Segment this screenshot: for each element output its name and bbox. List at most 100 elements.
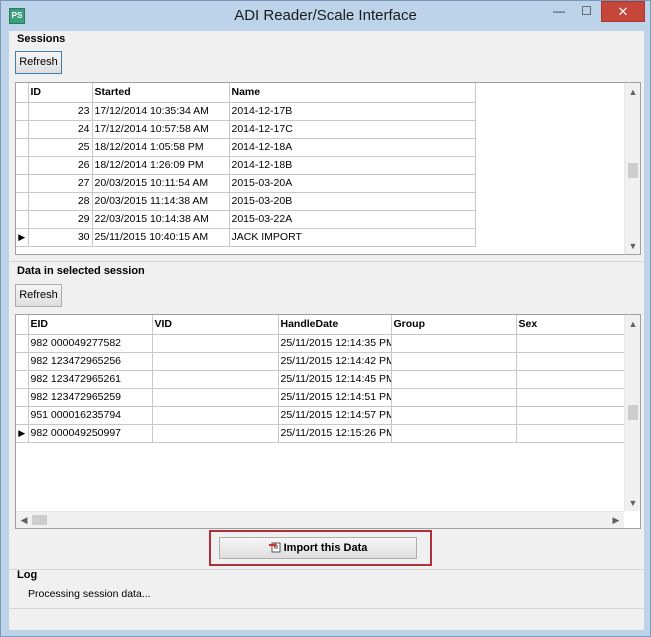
session-name-cell[interactable]: 2014-12-17C (229, 120, 476, 139)
session-started-cell[interactable]: 17/12/2014 10:35:34 AM (92, 102, 230, 121)
group-cell[interactable] (391, 388, 517, 407)
session-row[interactable]: 29 22/03/2015 10:14:38 AM 2015-03-22A (16, 210, 476, 229)
data-row[interactable]: 982 000049277582 25/11/2015 12:14:35 PM (16, 334, 625, 353)
data-row[interactable]: 982 123472965259 25/11/2015 12:14:51 PM (16, 388, 625, 407)
data-col-vid[interactable]: VID (152, 315, 279, 335)
session-id-cell[interactable]: 25 (28, 138, 93, 157)
row-header[interactable] (16, 102, 29, 121)
handledate-cell[interactable]: 25/11/2015 12:14:57 PM (278, 406, 392, 425)
scroll-down-arrow-icon[interactable]: ▼ (625, 241, 640, 251)
scroll-down-arrow-icon[interactable]: ▼ (625, 498, 640, 508)
sessions-col-name[interactable]: Name (229, 83, 476, 103)
close-button[interactable]: ✕ (601, 1, 645, 22)
eid-cell[interactable]: 982 123472965261 (28, 370, 153, 389)
row-header[interactable] (16, 174, 29, 193)
data-row[interactable]: 951 000016235794 25/11/2015 12:14:57 PM (16, 406, 625, 425)
session-row[interactable]: 25 18/12/2014 1:05:58 PM 2014-12-18A (16, 138, 476, 157)
session-name-cell[interactable]: JACK IMPORT (229, 228, 476, 247)
eid-cell[interactable]: 982 123472965259 (28, 388, 153, 407)
scroll-thumb[interactable] (628, 163, 638, 178)
current-row-indicator[interactable]: ▶ (16, 228, 29, 247)
group-cell[interactable] (391, 424, 517, 443)
data-row-current[interactable]: ▶ 982 000049250997 25/11/2015 12:15:26 PM (16, 424, 625, 443)
row-header[interactable] (16, 352, 29, 371)
handledate-cell[interactable]: 25/11/2015 12:14:45 PM (278, 370, 392, 389)
row-header[interactable] (16, 406, 29, 425)
vid-cell[interactable] (152, 424, 279, 443)
sex-cell[interactable] (516, 406, 625, 425)
sex-cell[interactable] (516, 370, 625, 389)
session-id-cell[interactable]: 30 (28, 228, 93, 247)
sessions-vertical-scrollbar[interactable]: ▲ ▼ (624, 83, 640, 254)
vid-cell[interactable] (152, 370, 279, 389)
session-name-cell[interactable]: 2015-03-20B (229, 192, 476, 211)
sex-cell[interactable] (516, 352, 625, 371)
session-row[interactable]: 26 18/12/2014 1:26:09 PM 2014-12-18B (16, 156, 476, 175)
session-started-cell[interactable]: 25/11/2015 10:40:15 AM (92, 228, 230, 247)
row-header[interactable] (16, 192, 29, 211)
vid-cell[interactable] (152, 406, 279, 425)
session-name-cell[interactable]: 2014-12-18B (229, 156, 476, 175)
data-refresh-button[interactable]: Refresh (15, 284, 62, 307)
session-row[interactable]: 27 20/03/2015 10:11:54 AM 2015-03-20A (16, 174, 476, 193)
sessions-col-started[interactable]: Started (92, 83, 230, 103)
vid-cell[interactable] (152, 388, 279, 407)
handledate-cell[interactable]: 25/11/2015 12:14:42 PM (278, 352, 392, 371)
row-header[interactable] (16, 388, 29, 407)
session-started-cell[interactable]: 20/03/2015 10:11:54 AM (92, 174, 230, 193)
scroll-thumb[interactable] (628, 405, 638, 420)
current-row-indicator[interactable]: ▶ (16, 424, 29, 443)
group-cell[interactable] (391, 406, 517, 425)
sex-cell[interactable] (516, 388, 625, 407)
eid-cell[interactable]: 951 000016235794 (28, 406, 153, 425)
row-header[interactable] (16, 138, 29, 157)
session-data-grid[interactable]: EID VID HandleDate Group Sex 982 0000492… (15, 314, 641, 529)
session-name-cell[interactable]: 2015-03-20A (229, 174, 476, 193)
vid-cell[interactable] (152, 334, 279, 353)
session-id-cell[interactable]: 28 (28, 192, 93, 211)
row-header[interactable] (16, 120, 29, 139)
session-id-cell[interactable]: 29 (28, 210, 93, 229)
minimize-button[interactable]: — (545, 1, 573, 22)
session-started-cell[interactable]: 17/12/2014 10:57:58 AM (92, 120, 230, 139)
scroll-right-arrow-icon[interactable]: ▶ (608, 515, 624, 526)
row-header[interactable] (16, 370, 29, 389)
group-cell[interactable] (391, 370, 517, 389)
title-bar[interactable]: PS ADI Reader/Scale Interface — ☐ ✕ (1, 1, 650, 31)
scroll-thumb[interactable] (32, 515, 47, 525)
row-header[interactable] (16, 210, 29, 229)
scroll-up-arrow-icon[interactable]: ▲ (625, 319, 640, 329)
eid-cell[interactable]: 982 123472965256 (28, 352, 153, 371)
data-col-handledate[interactable]: HandleDate (278, 315, 392, 335)
session-row[interactable]: 24 17/12/2014 10:57:58 AM 2014-12-17C (16, 120, 476, 139)
sessions-col-id[interactable]: ID (28, 83, 93, 103)
session-id-cell[interactable]: 26 (28, 156, 93, 175)
sex-cell[interactable] (516, 334, 625, 353)
group-cell[interactable] (391, 334, 517, 353)
session-name-cell[interactable]: 2014-12-17B (229, 102, 476, 121)
session-name-cell[interactable]: 2015-03-22A (229, 210, 476, 229)
session-row[interactable]: 28 20/03/2015 11:14:38 AM 2015-03-20B (16, 192, 476, 211)
row-header[interactable] (16, 334, 29, 353)
sessions-refresh-button[interactable]: Refresh (15, 51, 62, 74)
data-col-sex[interactable]: Sex (516, 315, 625, 335)
data-col-group[interactable]: Group (391, 315, 517, 335)
eid-cell[interactable]: 982 000049250997 (28, 424, 153, 443)
session-row[interactable]: 23 17/12/2014 10:35:34 AM 2014-12-17B (16, 102, 476, 121)
handledate-cell[interactable]: 25/11/2015 12:15:26 PM (278, 424, 392, 443)
session-started-cell[interactable]: 22/03/2015 10:14:38 AM (92, 210, 230, 229)
group-cell[interactable] (391, 352, 517, 371)
import-data-button[interactable]: Import this Data (219, 537, 417, 559)
session-id-cell[interactable]: 27 (28, 174, 93, 193)
handledate-cell[interactable]: 25/11/2015 12:14:35 PM (278, 334, 392, 353)
session-started-cell[interactable]: 18/12/2014 1:26:09 PM (92, 156, 230, 175)
scroll-up-arrow-icon[interactable]: ▲ (625, 87, 640, 97)
data-vertical-scrollbar[interactable]: ▲ ▼ (624, 315, 640, 511)
data-row[interactable]: 982 123472965261 25/11/2015 12:14:45 PM (16, 370, 625, 389)
row-header[interactable] (16, 156, 29, 175)
session-id-cell[interactable]: 23 (28, 102, 93, 121)
maximize-button[interactable]: ☐ (573, 1, 600, 22)
handledate-cell[interactable]: 25/11/2015 12:14:51 PM (278, 388, 392, 407)
vid-cell[interactable] (152, 352, 279, 371)
session-started-cell[interactable]: 18/12/2014 1:05:58 PM (92, 138, 230, 157)
